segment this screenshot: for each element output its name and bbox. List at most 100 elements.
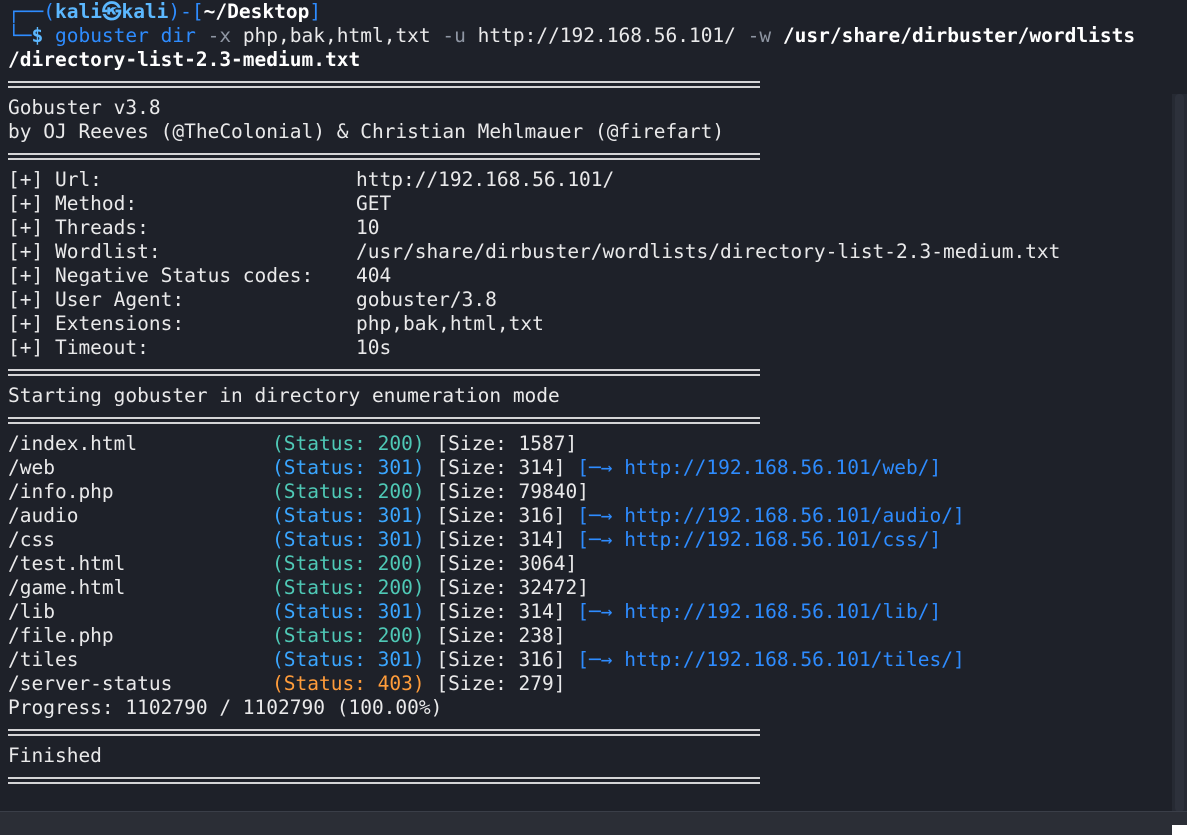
result-row: /index.html (Status: 200) [Size: 1587] xyxy=(8,432,1172,456)
result-row: /server-status (Status: 403) [Size: 279] xyxy=(8,672,1172,696)
prompt-cwd: ~/Desktop xyxy=(203,0,310,23)
result-path: /info.php xyxy=(8,480,114,503)
result-path: /tiles xyxy=(8,648,79,671)
result-path: /web xyxy=(8,456,55,479)
result-redirect-link[interactable]: [─→ http://192.168.56.101/lib/] xyxy=(577,600,941,623)
banner-title: Gobuster v3.8 xyxy=(8,96,161,119)
command-line-wrap: /directory-list-2.3-medium.txt xyxy=(8,48,361,71)
config-value: http://192.168.56.101/ xyxy=(356,168,615,191)
results-list: /index.html (Status: 200) [Size: 1587]/we… xyxy=(8,432,1172,696)
result-row: /game.html (Status: 200) [Size: 32472] xyxy=(8,576,1172,600)
prompt-at-symbol: ㉿ xyxy=(101,0,122,23)
config-value: /usr/share/dirbuster/wordlists/directory… xyxy=(356,240,1061,263)
result-row: /test.html (Status: 200) [Size: 3064] xyxy=(8,552,1172,576)
result-status: (Status: 301) xyxy=(272,528,425,551)
result-size: [Size: 316] xyxy=(436,648,566,671)
command-line: └─$ gobuster dir -x php,bak,html,txt -u … xyxy=(8,24,1136,47)
result-redirect-link[interactable]: [─→ http://192.168.56.101/css/] xyxy=(577,528,941,551)
separator xyxy=(8,360,760,384)
result-size: [Size: 314] xyxy=(436,528,566,551)
config-key: [+] Extensions: xyxy=(8,312,185,335)
result-size: [Size: 279] xyxy=(436,672,566,695)
result-status: (Status: 301) xyxy=(272,648,425,671)
result-status: (Status: 301) xyxy=(272,600,425,623)
config-value: 10s xyxy=(356,336,392,359)
separator xyxy=(8,72,760,96)
config-value: php,bak,html,txt xyxy=(356,312,544,335)
config-row: [+] Extensions: php,bak,html,txt xyxy=(8,312,1172,336)
result-status: (Status: 403) xyxy=(272,672,425,695)
window-corner xyxy=(1172,825,1187,835)
result-status: (Status: 200) xyxy=(272,552,425,575)
config-row: [+] Url: http://192.168.56.101/ xyxy=(8,168,1172,192)
result-size: [Size: 314] xyxy=(436,600,566,623)
config-value: 404 xyxy=(356,264,392,287)
result-size: [Size: 314] xyxy=(436,456,566,479)
result-size: [Size: 79840] xyxy=(436,480,589,503)
result-path: /lib xyxy=(8,600,55,623)
result-row: /audio (Status: 301) [Size: 316] [─→ http… xyxy=(8,504,1172,528)
config-key: [+] Wordlist: xyxy=(8,240,161,263)
result-row: /lib (Status: 301) [Size: 314] [─→ http:/… xyxy=(8,600,1172,624)
result-path: /server-status xyxy=(8,672,173,695)
bottom-status-bar xyxy=(0,811,1187,835)
config-row: [+] User Agent: gobuster/3.8 xyxy=(8,288,1172,312)
result-size: [Size: 3064] xyxy=(436,552,578,575)
result-path: /index.html xyxy=(8,432,138,455)
result-redirect-link[interactable]: [─→ http://192.168.56.101/tiles/] xyxy=(577,648,964,671)
config-key: [+] Method: xyxy=(8,192,138,215)
config-list: [+] Url: http://192.168.56.101/ [+] Metho… xyxy=(8,168,1172,360)
result-status: (Status: 200) xyxy=(272,480,425,503)
config-row: [+] Negative Status codes: 404 xyxy=(8,264,1172,288)
finished-message: Finished xyxy=(8,744,102,767)
banner-authors: by OJ Reeves (@TheColonial) & Christian … xyxy=(8,120,725,143)
result-redirect-link[interactable]: [─→ http://192.168.56.101/audio/] xyxy=(577,504,964,527)
config-key: [+] Timeout: xyxy=(8,336,149,359)
result-status: (Status: 200) xyxy=(272,432,425,455)
result-path: /css xyxy=(8,528,55,551)
config-value: gobuster/3.8 xyxy=(356,288,497,311)
result-row: /tiles (Status: 301) [Size: 316] [─→ http… xyxy=(8,648,1172,672)
result-path: /game.html xyxy=(8,576,126,599)
result-size: [Size: 238] xyxy=(436,624,566,647)
config-value: 10 xyxy=(356,216,380,239)
separator xyxy=(8,408,760,432)
config-key: [+] User Agent: xyxy=(8,288,185,311)
result-status: (Status: 301) xyxy=(272,456,425,479)
result-status: (Status: 200) xyxy=(272,576,425,599)
command-name: gobuster xyxy=(54,24,149,47)
config-row: [+] Wordlist: /usr/share/dirbuster/wordli… xyxy=(8,240,1172,264)
prompt-user: kali xyxy=(54,0,102,23)
config-row: [+] Method: GET xyxy=(8,192,1172,216)
result-redirect-link[interactable]: [─→ http://192.168.56.101/web/] xyxy=(577,456,941,479)
prompt-line-1: ┌──(kali㉿kali)-[~/Desktop] xyxy=(8,0,322,23)
result-size: [Size: 316] xyxy=(436,504,566,527)
result-size: [Size: 32472] xyxy=(436,576,589,599)
prompt-dollar: $ xyxy=(31,24,55,47)
separator xyxy=(8,768,760,792)
terminal-output[interactable]: ┌──(kali㉿kali)-[~/Desktop] └─$ gobuster … xyxy=(0,0,1172,812)
result-row: /file.php (Status: 200) [Size: 238] xyxy=(8,624,1172,648)
result-path: /file.php xyxy=(8,624,114,647)
separator xyxy=(8,720,760,744)
result-row: /info.php (Status: 200) [Size: 79840] xyxy=(8,480,1172,504)
result-row: /web (Status: 301) [Size: 314] [─→ http:/… xyxy=(8,456,1172,480)
separator xyxy=(8,144,760,168)
config-row: [+] Threads: 10 xyxy=(8,216,1172,240)
config-row: [+] Timeout: 10s xyxy=(8,336,1172,360)
result-size: [Size: 1587] xyxy=(436,432,578,455)
config-key: [+] Url: xyxy=(8,168,102,191)
config-key: [+] Threads: xyxy=(8,216,149,239)
config-key: [+] Negative Status codes: xyxy=(8,264,314,287)
result-row: /css (Status: 301) [Size: 314] [─→ http:/… xyxy=(8,528,1172,552)
vertical-scrollbar[interactable] xyxy=(1172,94,1187,812)
start-message: Starting gobuster in directory enumerati… xyxy=(8,384,560,407)
scrollbar-thumb[interactable] xyxy=(1175,94,1184,812)
progress-line: Progress: 1102790 / 1102790 (100.00%) xyxy=(8,696,443,719)
result-status: (Status: 200) xyxy=(272,624,425,647)
result-status: (Status: 301) xyxy=(272,504,425,527)
prompt-host: kali xyxy=(121,0,169,23)
config-value: GET xyxy=(356,192,392,215)
result-path: /test.html xyxy=(8,552,126,575)
result-path: /audio xyxy=(8,504,79,527)
